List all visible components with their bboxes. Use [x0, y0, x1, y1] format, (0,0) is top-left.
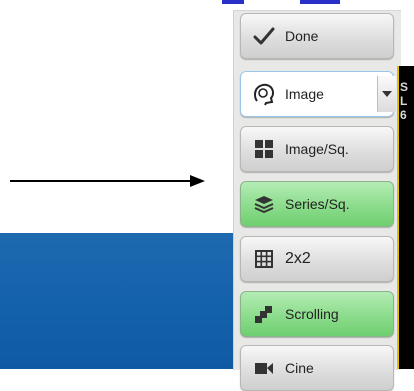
pointer-arrow: [10, 175, 205, 187]
accent-segment: [222, 0, 244, 4]
camera-icon: [251, 355, 277, 381]
scrolling-button[interactable]: Scrolling: [240, 291, 394, 337]
two-by-two-button[interactable]: 2x2: [240, 236, 394, 282]
viewer-overlay-text: S: [400, 80, 409, 94]
accent-segment: [300, 0, 340, 4]
stacked-frames-icon: [251, 301, 277, 327]
done-button-label: Done: [285, 28, 319, 44]
scrolling-label: Scrolling: [285, 306, 339, 322]
view-mode-toolbar: Done Image Image/Sq. Series/Sq. 2x2 Scro…: [233, 10, 401, 391]
series-sq-label: Series/Sq.: [285, 196, 350, 212]
image-viewer-strip[interactable]: S L 6: [397, 66, 414, 369]
viewer-overlay-text: 6: [400, 108, 407, 122]
cine-label: Cine: [285, 360, 314, 376]
blue-background-panel: [0, 233, 240, 369]
checkmark-icon: [251, 23, 277, 49]
top-accent-strip: [0, 0, 414, 6]
layers-icon: [251, 191, 277, 217]
done-button[interactable]: Done: [240, 13, 394, 59]
head-icon: [251, 81, 277, 107]
triangle-down-icon: [382, 91, 392, 97]
image-sq-button[interactable]: Image/Sq.: [240, 126, 394, 172]
viewer-overlay-text: L: [400, 94, 408, 108]
four-squares-icon: [251, 136, 277, 162]
series-sq-button[interactable]: Series/Sq.: [240, 181, 394, 227]
image-sq-label: Image/Sq.: [285, 141, 349, 157]
image-layout-label: Image: [285, 86, 324, 102]
image-layout-button[interactable]: Image: [240, 71, 396, 117]
two-by-two-label: 2x2: [285, 250, 311, 267]
grid-icon: [251, 246, 277, 272]
image-layout-dropdown[interactable]: [377, 76, 396, 112]
cine-button[interactable]: Cine: [240, 345, 394, 391]
